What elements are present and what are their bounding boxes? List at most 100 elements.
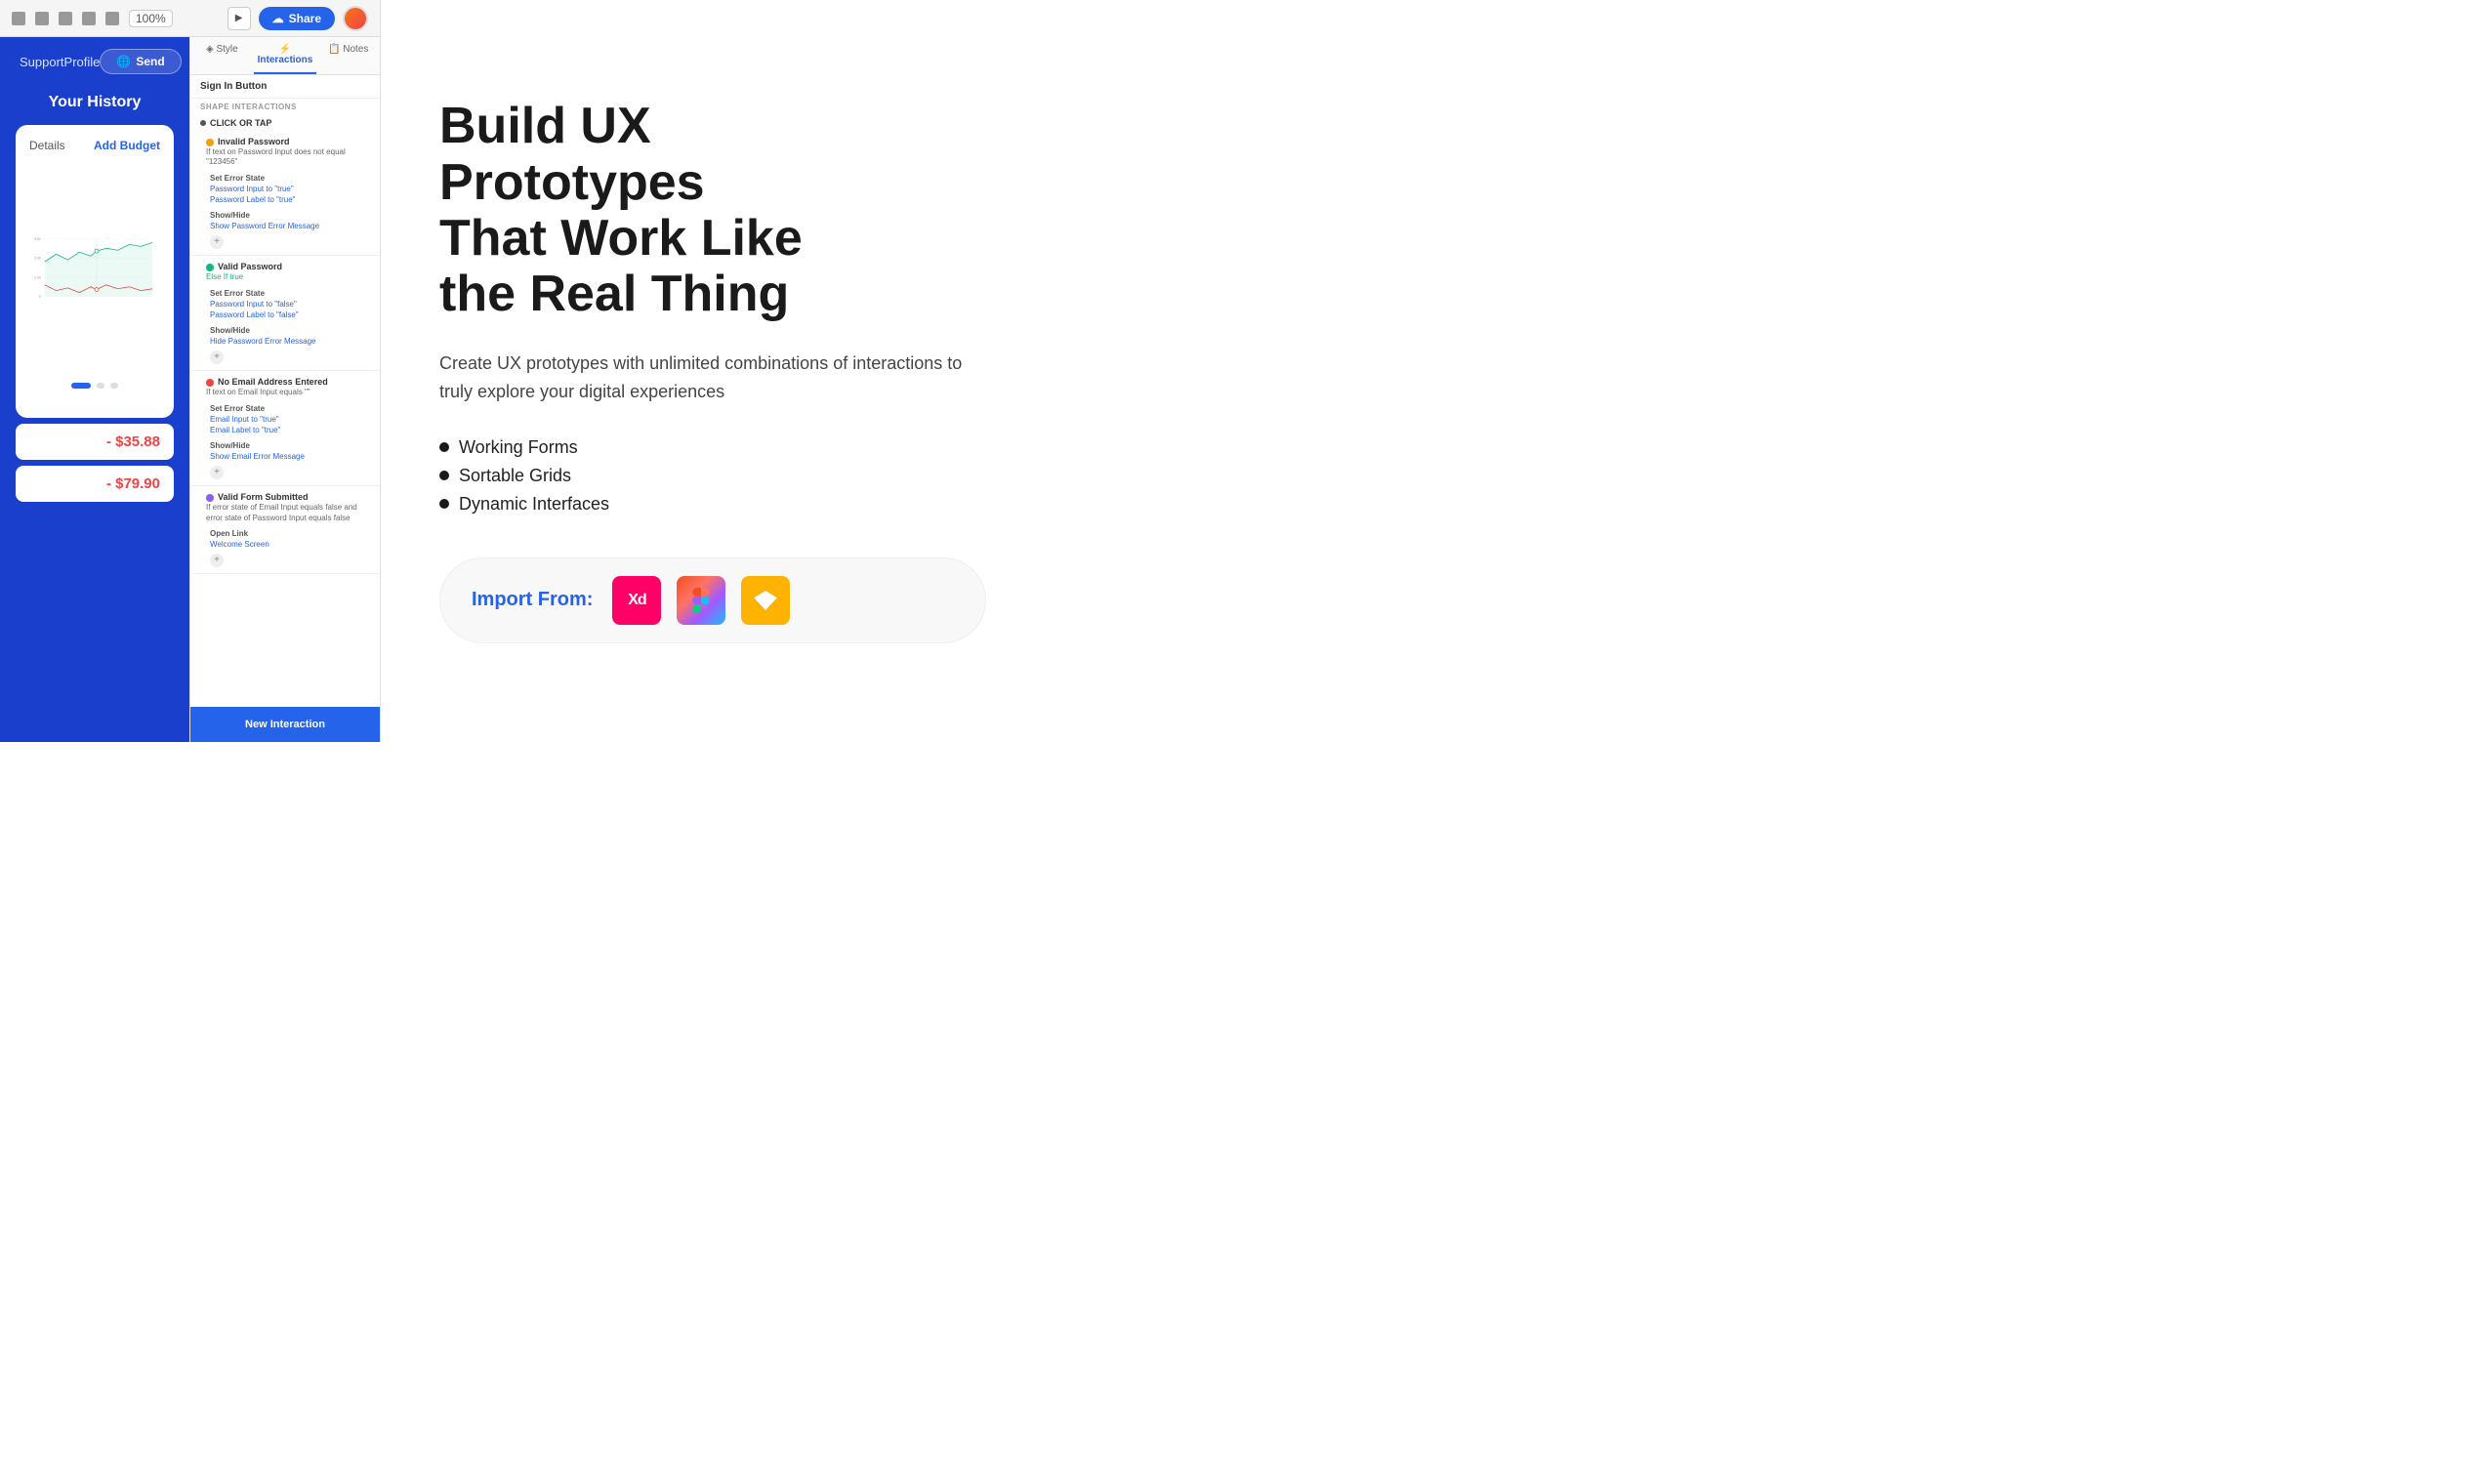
action-3-1-val2: Email Label to "true" (210, 425, 370, 435)
action-1-1-val2: Password Label to "true" (210, 194, 370, 205)
action-4-1-val1: Welcome Screen (210, 539, 370, 550)
svg-text:1,00: 1,00 (34, 275, 41, 279)
bullet-2 (439, 471, 449, 480)
dot-2[interactable] (97, 383, 104, 389)
action-3-1: Set Error State Email Input to "true" Em… (190, 402, 380, 437)
condition-3-text: If text on Email Input equals "" (206, 388, 370, 397)
tool-icon-3 (59, 12, 72, 25)
chart-svg: 3,00 2,00 1,00 0 (29, 162, 160, 377)
condition-valid-password: Valid Password Else If true Set Error St… (190, 256, 380, 371)
add-budget-link[interactable]: Add Budget (94, 139, 160, 152)
tool-icon-5 (105, 12, 119, 25)
condition-1-dot (206, 139, 214, 146)
transaction-2: - $79.90 (16, 466, 174, 502)
toolbar-right: ▶ ☁ Share (227, 6, 368, 31)
new-interaction-button[interactable]: New Interaction (190, 707, 380, 742)
tool-icon-1 (12, 12, 25, 25)
interactions-scroll[interactable]: Invalid Password If text on Password Inp… (190, 131, 380, 707)
add-action-2[interactable]: + (210, 350, 224, 364)
feature-1: Working Forms (439, 433, 1181, 462)
play-button[interactable]: ▶ (227, 7, 251, 30)
action-2-1-val2: Password Label to "false" (210, 309, 370, 320)
condition-valid-form: Valid Form Submitted If error state of E… (190, 486, 380, 574)
sketch-icon[interactable] (741, 576, 790, 625)
dot-3[interactable] (110, 383, 118, 389)
app-area: Support Profile 🌐 Send Your History Deta… (0, 37, 380, 742)
condition-no-email: No Email Address Entered If text on Emai… (190, 371, 380, 486)
condition-2-dot (206, 264, 214, 271)
action-2-2: Show/Hide Hide Password Error Message (190, 324, 380, 349)
right-content: Build UX Prototypes That Work Like the R… (381, 0, 1240, 742)
xd-icon[interactable]: Xd (612, 576, 661, 625)
figma-icon[interactable] (677, 576, 725, 625)
nav-support[interactable]: Support (20, 55, 64, 69)
action-1-2: Show/Hide Show Password Error Message (190, 209, 380, 233)
action-2-2-val1: Hide Password Error Message (210, 336, 370, 347)
chart-svg-wrapper: 3,00 2,00 1,00 0 (29, 162, 160, 377)
dots-indicator (29, 383, 160, 389)
tab-interactions[interactable]: ⚡ Interactions (254, 37, 317, 74)
tab-notes[interactable]: 📋 Notes (316, 37, 380, 74)
tab-style[interactable]: ◈ Style (190, 37, 254, 74)
interactions-panel: ◈ Style ⚡ Interactions 📋 Notes Sign In B… (189, 37, 380, 742)
figma-svg (688, 588, 714, 613)
trigger-dot (200, 120, 206, 126)
condition-1-name: Invalid Password (218, 137, 290, 146)
toolbar-left: 100% (12, 10, 173, 27)
transaction-amount-1: - $35.88 (106, 433, 160, 450)
share-button[interactable]: ☁ Share (259, 7, 335, 30)
app-content: Support Profile 🌐 Send Your History Deta… (0, 37, 189, 742)
nav-profile[interactable]: Profile (64, 55, 101, 69)
add-action-1[interactable]: + (210, 235, 224, 249)
toolbar: 100% ▶ ☁ Share (0, 0, 380, 37)
chart-card: Details Add Budget 3,00 2,00 1,00 (16, 125, 174, 418)
condition-2-text: Else If true (206, 272, 370, 282)
headline: Build UX Prototypes That Work Like the R… (439, 99, 1181, 322)
nav-send[interactable]: 🌐 Send (100, 49, 181, 74)
condition-4-dot (206, 494, 214, 502)
action-1-1-label: Set Error State (210, 174, 370, 183)
action-2-1: Set Error State Password Input to "false… (190, 287, 380, 322)
avatar[interactable] (343, 6, 368, 31)
chart-title: Details (29, 139, 65, 152)
share-icon: ☁ (272, 12, 284, 25)
condition-3-name: No Email Address Entered (218, 377, 328, 387)
transaction-amount-2: - $79.90 (106, 475, 160, 492)
action-1-1-val1: Password Input to "true" (210, 184, 370, 194)
notes-icon: 📋 (328, 44, 340, 55)
dot-active[interactable] (71, 383, 91, 389)
condition-4-name: Valid Form Submitted (218, 492, 309, 502)
interactions-icon: ⚡ (279, 44, 291, 55)
svg-text:3,00: 3,00 (34, 237, 41, 241)
element-name: Sign In Button (190, 75, 380, 99)
action-1-2-label: Show/Hide (210, 211, 370, 220)
action-3-1-label: Set Error State (210, 404, 370, 413)
transaction-1: - $35.88 (16, 424, 174, 460)
action-2-1-val1: Password Input to "false" (210, 299, 370, 309)
chart-header: Details Add Budget (29, 139, 160, 152)
svg-text:0: 0 (39, 295, 41, 299)
zoom-control[interactable]: 100% (129, 10, 173, 27)
subtitle: Create UX prototypes with unlimited comb… (439, 350, 967, 406)
action-1-2-val1: Show Password Error Message (210, 221, 370, 231)
add-action-3[interactable]: + (210, 466, 224, 479)
feature-2: Sortable Grids (439, 462, 1181, 490)
sketch-svg (752, 589, 779, 612)
condition-1-text: If text on Password Input does not equal… (206, 147, 370, 168)
action-1-1: Set Error State Password Input to "true"… (190, 172, 380, 207)
section-label: SHAPE INTERACTIONS (190, 99, 380, 115)
add-action-4[interactable]: + (210, 554, 224, 567)
feature-3: Dynamic Interfaces (439, 490, 1181, 518)
style-icon: ◈ (206, 44, 214, 55)
bullet-1 (439, 442, 449, 452)
action-4-1-label: Open Link (210, 529, 370, 538)
import-icons: Xd (612, 576, 790, 625)
import-label: Import From: (472, 589, 593, 611)
condition-1: Invalid Password If text on Password Inp… (190, 135, 380, 170)
condition-invalid-password: Invalid Password If text on Password Inp… (190, 131, 380, 256)
bullet-3 (439, 499, 449, 509)
globe-icon: 🌐 (116, 55, 131, 68)
import-bar: Import From: Xd (439, 557, 986, 643)
feature-list: Working Forms Sortable Grids Dynamic Int… (439, 433, 1181, 518)
history-title: Your History (0, 86, 189, 119)
